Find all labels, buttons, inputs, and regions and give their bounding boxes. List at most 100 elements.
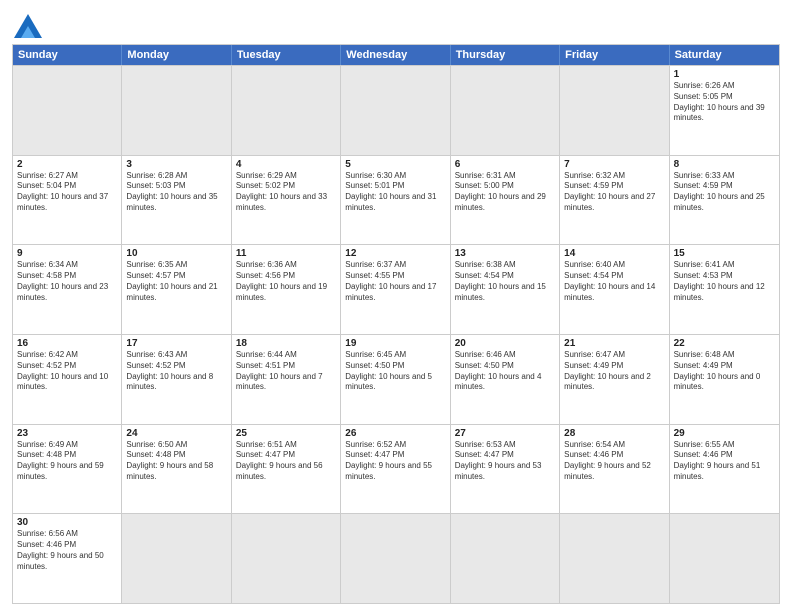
calendar-cell: 27Sunrise: 6:53 AM Sunset: 4:47 PM Dayli… [451, 425, 560, 514]
calendar-cell: 23Sunrise: 6:49 AM Sunset: 4:48 PM Dayli… [13, 425, 122, 514]
day-number: 28 [564, 428, 664, 439]
header-day-monday: Monday [122, 45, 231, 65]
calendar-cell: 18Sunrise: 6:44 AM Sunset: 4:51 PM Dayli… [232, 335, 341, 424]
calendar-cell [13, 66, 122, 155]
day-number: 22 [674, 338, 775, 349]
day-number: 4 [236, 159, 336, 170]
day-info: Sunrise: 6:41 AM Sunset: 4:53 PM Dayligh… [674, 260, 775, 303]
day-info: Sunrise: 6:51 AM Sunset: 4:47 PM Dayligh… [236, 440, 336, 483]
calendar-cell: 13Sunrise: 6:38 AM Sunset: 4:54 PM Dayli… [451, 245, 560, 334]
day-info: Sunrise: 6:32 AM Sunset: 4:59 PM Dayligh… [564, 171, 664, 214]
day-number: 16 [17, 338, 117, 349]
page: SundayMondayTuesdayWednesdayThursdayFrid… [0, 0, 792, 612]
day-info: Sunrise: 6:29 AM Sunset: 5:02 PM Dayligh… [236, 171, 336, 214]
day-info: Sunrise: 6:43 AM Sunset: 4:52 PM Dayligh… [126, 350, 226, 393]
calendar-cell [451, 66, 560, 155]
calendar-cell [232, 514, 341, 603]
header-day-sunday: Sunday [13, 45, 122, 65]
header-day-thursday: Thursday [451, 45, 560, 65]
calendar-cell: 26Sunrise: 6:52 AM Sunset: 4:47 PM Dayli… [341, 425, 450, 514]
day-number: 23 [17, 428, 117, 439]
day-number: 26 [345, 428, 445, 439]
calendar-cell: 22Sunrise: 6:48 AM Sunset: 4:49 PM Dayli… [670, 335, 779, 424]
day-info: Sunrise: 6:49 AM Sunset: 4:48 PM Dayligh… [17, 440, 117, 483]
day-info: Sunrise: 6:50 AM Sunset: 4:48 PM Dayligh… [126, 440, 226, 483]
day-number: 25 [236, 428, 336, 439]
day-number: 12 [345, 248, 445, 259]
calendar-cell: 29Sunrise: 6:55 AM Sunset: 4:46 PM Dayli… [670, 425, 779, 514]
day-info: Sunrise: 6:36 AM Sunset: 4:56 PM Dayligh… [236, 260, 336, 303]
calendar-week-6: 30Sunrise: 6:56 AM Sunset: 4:46 PM Dayli… [13, 513, 779, 603]
calendar-cell [341, 66, 450, 155]
day-info: Sunrise: 6:38 AM Sunset: 4:54 PM Dayligh… [455, 260, 555, 303]
calendar-cell: 20Sunrise: 6:46 AM Sunset: 4:50 PM Dayli… [451, 335, 560, 424]
calendar-cell: 3Sunrise: 6:28 AM Sunset: 5:03 PM Daylig… [122, 156, 231, 245]
calendar-cell: 21Sunrise: 6:47 AM Sunset: 4:49 PM Dayli… [560, 335, 669, 424]
day-info: Sunrise: 6:46 AM Sunset: 4:50 PM Dayligh… [455, 350, 555, 393]
calendar-cell: 25Sunrise: 6:51 AM Sunset: 4:47 PM Dayli… [232, 425, 341, 514]
calendar-week-1: 1Sunrise: 6:26 AM Sunset: 5:05 PM Daylig… [13, 65, 779, 155]
calendar-cell: 17Sunrise: 6:43 AM Sunset: 4:52 PM Dayli… [122, 335, 231, 424]
day-info: Sunrise: 6:48 AM Sunset: 4:49 PM Dayligh… [674, 350, 775, 393]
calendar-cell: 19Sunrise: 6:45 AM Sunset: 4:50 PM Dayli… [341, 335, 450, 424]
calendar-week-3: 9Sunrise: 6:34 AM Sunset: 4:58 PM Daylig… [13, 244, 779, 334]
day-number: 10 [126, 248, 226, 259]
calendar-cell [341, 514, 450, 603]
day-info: Sunrise: 6:26 AM Sunset: 5:05 PM Dayligh… [674, 81, 775, 124]
calendar-cell: 14Sunrise: 6:40 AM Sunset: 4:54 PM Dayli… [560, 245, 669, 334]
calendar-cell: 9Sunrise: 6:34 AM Sunset: 4:58 PM Daylig… [13, 245, 122, 334]
header-day-tuesday: Tuesday [232, 45, 341, 65]
day-info: Sunrise: 6:33 AM Sunset: 4:59 PM Dayligh… [674, 171, 775, 214]
day-number: 15 [674, 248, 775, 259]
day-number: 1 [674, 69, 775, 80]
calendar-cell [232, 66, 341, 155]
calendar-cell [560, 514, 669, 603]
day-number: 9 [17, 248, 117, 259]
logo [12, 14, 42, 38]
day-number: 6 [455, 159, 555, 170]
calendar-cell: 8Sunrise: 6:33 AM Sunset: 4:59 PM Daylig… [670, 156, 779, 245]
day-info: Sunrise: 6:37 AM Sunset: 4:55 PM Dayligh… [345, 260, 445, 303]
day-number: 5 [345, 159, 445, 170]
calendar-body: 1Sunrise: 6:26 AM Sunset: 5:05 PM Daylig… [13, 65, 779, 603]
calendar-cell: 2Sunrise: 6:27 AM Sunset: 5:04 PM Daylig… [13, 156, 122, 245]
logo-icon [14, 14, 42, 38]
calendar-cell: 11Sunrise: 6:36 AM Sunset: 4:56 PM Dayli… [232, 245, 341, 334]
calendar-cell [122, 514, 231, 603]
day-info: Sunrise: 6:35 AM Sunset: 4:57 PM Dayligh… [126, 260, 226, 303]
day-info: Sunrise: 6:53 AM Sunset: 4:47 PM Dayligh… [455, 440, 555, 483]
day-number: 18 [236, 338, 336, 349]
calendar-week-4: 16Sunrise: 6:42 AM Sunset: 4:52 PM Dayli… [13, 334, 779, 424]
day-info: Sunrise: 6:55 AM Sunset: 4:46 PM Dayligh… [674, 440, 775, 483]
day-info: Sunrise: 6:56 AM Sunset: 4:46 PM Dayligh… [17, 529, 117, 572]
day-number: 11 [236, 248, 336, 259]
header-day-friday: Friday [560, 45, 669, 65]
header-day-wednesday: Wednesday [341, 45, 450, 65]
calendar-cell: 7Sunrise: 6:32 AM Sunset: 4:59 PM Daylig… [560, 156, 669, 245]
calendar-cell: 4Sunrise: 6:29 AM Sunset: 5:02 PM Daylig… [232, 156, 341, 245]
day-number: 8 [674, 159, 775, 170]
calendar-cell: 16Sunrise: 6:42 AM Sunset: 4:52 PM Dayli… [13, 335, 122, 424]
calendar-cell: 5Sunrise: 6:30 AM Sunset: 5:01 PM Daylig… [341, 156, 450, 245]
day-info: Sunrise: 6:34 AM Sunset: 4:58 PM Dayligh… [17, 260, 117, 303]
calendar-cell [122, 66, 231, 155]
day-number: 30 [17, 517, 117, 528]
day-number: 7 [564, 159, 664, 170]
day-info: Sunrise: 6:30 AM Sunset: 5:01 PM Dayligh… [345, 171, 445, 214]
day-number: 29 [674, 428, 775, 439]
day-info: Sunrise: 6:47 AM Sunset: 4:49 PM Dayligh… [564, 350, 664, 393]
day-info: Sunrise: 6:45 AM Sunset: 4:50 PM Dayligh… [345, 350, 445, 393]
calendar-cell: 24Sunrise: 6:50 AM Sunset: 4:48 PM Dayli… [122, 425, 231, 514]
calendar-week-2: 2Sunrise: 6:27 AM Sunset: 5:04 PM Daylig… [13, 155, 779, 245]
day-number: 17 [126, 338, 226, 349]
day-info: Sunrise: 6:31 AM Sunset: 5:00 PM Dayligh… [455, 171, 555, 214]
header-day-saturday: Saturday [670, 45, 779, 65]
calendar-cell [670, 514, 779, 603]
day-number: 13 [455, 248, 555, 259]
day-info: Sunrise: 6:42 AM Sunset: 4:52 PM Dayligh… [17, 350, 117, 393]
calendar-cell [560, 66, 669, 155]
calendar-cell: 10Sunrise: 6:35 AM Sunset: 4:57 PM Dayli… [122, 245, 231, 334]
day-info: Sunrise: 6:40 AM Sunset: 4:54 PM Dayligh… [564, 260, 664, 303]
day-number: 20 [455, 338, 555, 349]
calendar: SundayMondayTuesdayWednesdayThursdayFrid… [12, 44, 780, 604]
